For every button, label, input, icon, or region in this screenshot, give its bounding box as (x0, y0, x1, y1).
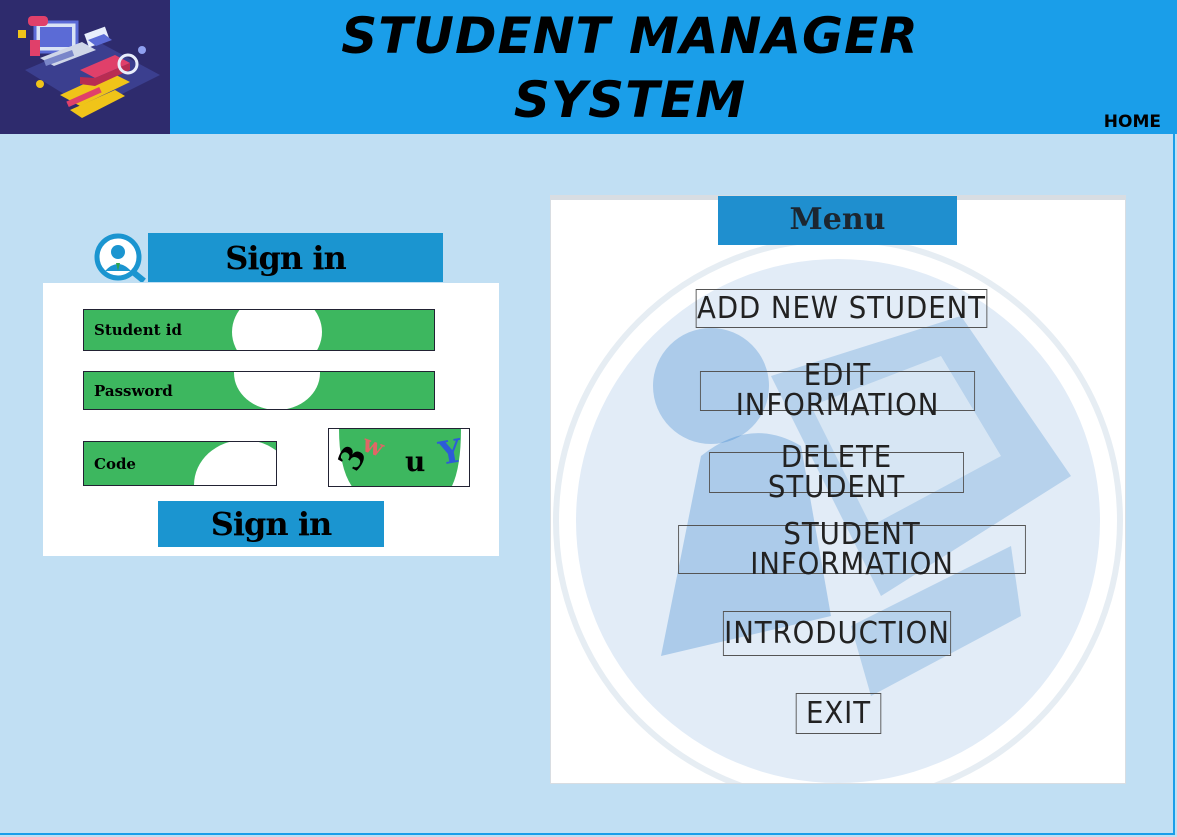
signin-header: Sign in (94, 233, 443, 284)
app-title-line1: STUDENT MANAGER (341, 7, 919, 65)
password-field[interactable]: Password (83, 371, 435, 410)
student-id-label: Student id (94, 321, 182, 339)
student-id-field[interactable]: Student id (83, 309, 435, 351)
field-decoration (194, 442, 276, 485)
app-title: STUDENT MANAGER SYSTEM (290, 4, 970, 132)
captcha-char: u (405, 445, 426, 478)
user-search-icon (94, 233, 148, 284)
signin-button[interactable]: Sign in (158, 501, 384, 547)
introduction-button[interactable]: INTRODUCTION (722, 611, 952, 656)
password-label: Password (94, 381, 173, 400)
delete-student-button[interactable]: DELETE STUDENT (709, 442, 964, 502)
app-logo (0, 0, 170, 134)
signin-title: Sign in (225, 239, 346, 277)
menu-title: Menu (718, 196, 957, 245)
code-label: Code (94, 454, 136, 473)
code-field[interactable]: Code (83, 441, 277, 486)
app-title-line2: SYSTEM (513, 71, 747, 129)
student-information-button[interactable]: STUDENT INFORMATION (678, 519, 1026, 579)
field-decoration (234, 372, 320, 409)
add-new-student-button[interactable]: ADD NEW STUDENT (695, 289, 988, 328)
home-link[interactable]: HOME (1104, 112, 1161, 132)
field-decoration (232, 310, 322, 350)
desk-illustration-icon (18, 16, 160, 118)
captcha-image[interactable]: 3 w u Y (328, 428, 470, 487)
exit-button[interactable]: EXIT (795, 693, 882, 734)
app-header: STUDENT MANAGER SYSTEM HOME (0, 0, 1177, 134)
edit-information-button[interactable]: EDIT INFORMATION (699, 361, 976, 421)
